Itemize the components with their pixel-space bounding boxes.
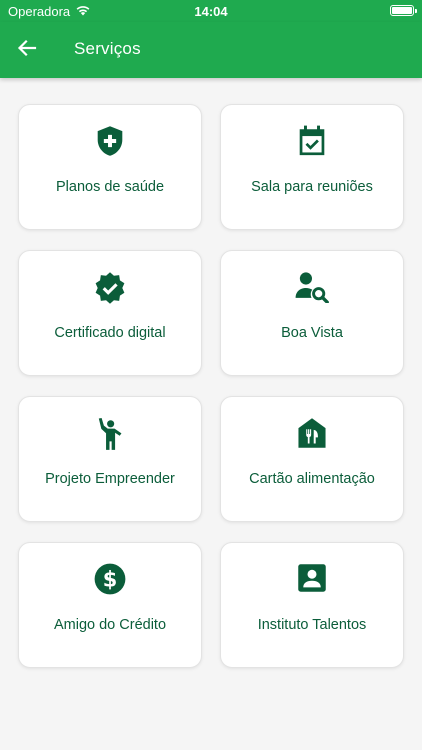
service-label: Certificado digital (54, 325, 166, 341)
service-card-projeto-empreender[interactable]: Projeto Empreender (18, 396, 202, 522)
service-label: Amigo do Crédito (53, 617, 167, 633)
service-card-boa-vista[interactable]: Boa Vista (220, 250, 404, 376)
service-card-sala-para-reunioes[interactable]: Sala para reuniões (220, 104, 404, 230)
shield-plus-icon (19, 125, 201, 157)
service-label: Boa Vista (281, 325, 343, 341)
person-search-icon (221, 271, 403, 303)
contact-card-icon (221, 563, 403, 595)
verified-badge-icon (19, 271, 201, 304)
service-card-planos-de-saude[interactable]: Planos de saúde (18, 104, 202, 230)
service-card-cartao-alimentacao[interactable]: Cartão alimentação (220, 396, 404, 522)
service-label: Cartão alimentação (249, 471, 375, 487)
service-card-certificado-digital[interactable]: Certificado digital (18, 250, 202, 376)
service-card-amigo-do-credito[interactable]: $ Amigo do Crédito (18, 542, 202, 668)
back-button[interactable] (12, 36, 42, 64)
page-title: Serviços (74, 39, 141, 58)
status-time: 14:04 (194, 4, 228, 19)
service-label: Planos de saúde (55, 179, 165, 195)
service-label: Sala para reuniões (251, 179, 373, 195)
service-card-instituto-talentos[interactable]: Instituto Talentos (220, 542, 404, 668)
service-label: Projeto Empreender (45, 471, 175, 487)
svg-text:$: $ (103, 567, 118, 591)
arrow-left-icon (17, 38, 37, 63)
house-cutlery-icon (221, 417, 403, 449)
app-bar: Serviços (0, 22, 422, 78)
person-raising-hand-icon (19, 417, 201, 450)
dollar-circle-icon: $ (19, 563, 201, 595)
service-label: Instituto Talentos (257, 617, 367, 633)
battery-icon (390, 5, 417, 16)
status-bar: Operadora 14:04 (0, 0, 422, 22)
calendar-check-icon (221, 125, 403, 157)
services-grid: Planos de saúde Sala para reuniões Certi… (18, 104, 404, 668)
